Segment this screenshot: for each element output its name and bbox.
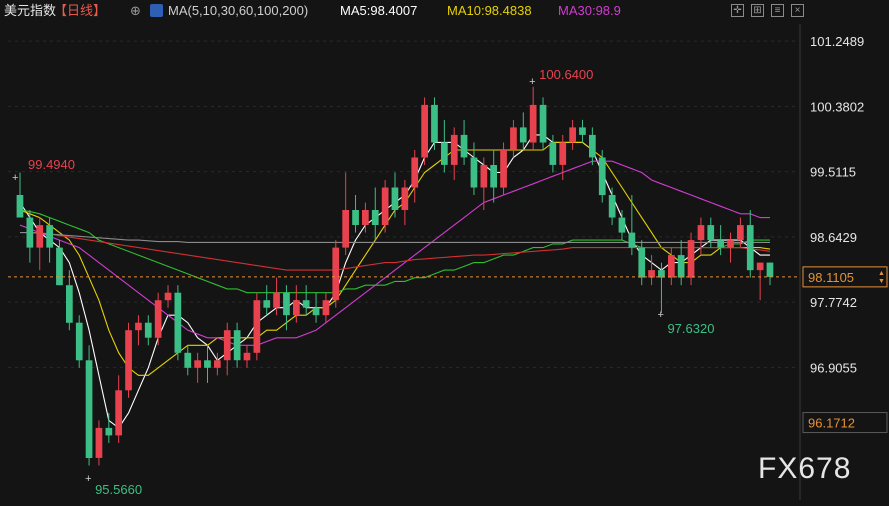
candle-body — [135, 322, 142, 331]
candle-body — [401, 187, 409, 210]
watermark: FX678 — [758, 452, 852, 485]
candle-body — [668, 255, 675, 278]
candle-body — [687, 240, 695, 278]
y-tick-label: 99.5115 — [810, 165, 856, 180]
candle-body — [500, 150, 507, 188]
candle-body — [85, 360, 93, 458]
candle-body — [628, 232, 636, 248]
candle-body — [36, 225, 44, 248]
candle-body — [717, 240, 724, 248]
candle-body — [598, 157, 606, 196]
candle-body — [510, 127, 517, 150]
candle-body — [16, 195, 24, 218]
candle-body — [154, 300, 162, 338]
low-annotation: 95.5660 — [95, 482, 142, 497]
candle-body — [539, 104, 547, 143]
candle-body — [243, 352, 251, 361]
y-tick-label: 101.2489 — [810, 34, 864, 49]
candle-body — [302, 300, 310, 308]
y-tick-label: 100.3802 — [810, 99, 864, 114]
candle-body — [529, 104, 537, 143]
candle-body — [756, 262, 764, 271]
candle-body — [441, 142, 448, 165]
candle-body — [46, 225, 53, 248]
candle-body — [549, 142, 557, 165]
candle-body — [184, 352, 192, 368]
candle-body — [66, 285, 73, 323]
candle-body — [312, 307, 320, 316]
candle-body — [579, 127, 586, 135]
candle-body — [273, 292, 280, 308]
current-price-label: 98.1105 — [808, 270, 854, 285]
high-annotation: 100.6400 — [539, 67, 593, 82]
candle-body — [608, 195, 616, 218]
candle-body — [391, 187, 399, 210]
candle-body — [194, 360, 201, 368]
recent-low-marker: + — [657, 309, 663, 321]
candle-body — [381, 187, 389, 226]
candle-body — [519, 127, 527, 143]
candle-body — [559, 142, 567, 165]
candle-body — [263, 300, 271, 308]
candle-body — [746, 225, 754, 271]
candle-body — [342, 210, 349, 248]
candle-body — [332, 247, 340, 301]
candle-body — [737, 225, 744, 241]
candle-body — [697, 225, 705, 241]
candle-body — [470, 157, 478, 188]
y-tick-label: 96.9055 — [810, 360, 857, 375]
candle-body — [214, 360, 221, 368]
candle-body — [105, 427, 113, 436]
candle-body — [727, 240, 734, 248]
candle-body — [450, 134, 458, 165]
candle-body — [293, 300, 300, 316]
candle-body — [56, 247, 63, 286]
low-marker: + — [85, 473, 91, 485]
candle-body — [638, 247, 646, 278]
candle-body — [26, 217, 34, 248]
ma-line-ma100 — [20, 232, 771, 271]
candle-body — [95, 427, 103, 458]
candle-body — [707, 225, 715, 241]
candle-body — [204, 360, 211, 368]
candle-body — [431, 104, 438, 143]
candle-body — [352, 210, 359, 225]
candle-body — [677, 255, 685, 278]
candle-body — [480, 165, 488, 188]
price-down-marker: ▼ — [878, 278, 885, 285]
candle-body — [75, 322, 83, 361]
price-up-marker: ▲ — [878, 270, 885, 277]
candle-body — [164, 292, 172, 301]
candle-body — [371, 210, 379, 225]
candle-body — [174, 292, 182, 353]
y-tick-label: 98.6429 — [810, 230, 857, 245]
candlestick-chart[interactable]: 101.2489 100.3802 99.5115 98.6429 97.7742 96.… — [0, 0, 889, 506]
candle-body — [362, 210, 369, 225]
candle-body — [283, 292, 290, 316]
candle-body — [253, 300, 261, 353]
candle-body — [490, 165, 497, 188]
candle-body — [411, 157, 419, 188]
candle-body — [233, 330, 241, 361]
candle-body — [322, 300, 330, 316]
high-marker: + — [529, 76, 535, 88]
candle-body — [569, 127, 576, 143]
candle-body — [144, 322, 152, 338]
ma-line-ma60 — [19, 209, 770, 294]
low-level-label: 96.1712 — [808, 416, 855, 431]
y-tick-label: 97.7742 — [810, 295, 857, 310]
candle-body — [589, 134, 596, 158]
candle-body — [421, 104, 428, 158]
candle-body — [460, 134, 468, 158]
candle-body — [115, 390, 122, 436]
left-high-marker: + — [12, 172, 18, 184]
candle-body — [618, 217, 626, 233]
candle-body — [223, 330, 231, 361]
candle-body — [125, 330, 132, 391]
candle-body — [766, 262, 774, 277]
recent-low-annotation: 97.6320 — [667, 321, 714, 336]
left-high-annotation: 99.4940 — [28, 157, 75, 172]
